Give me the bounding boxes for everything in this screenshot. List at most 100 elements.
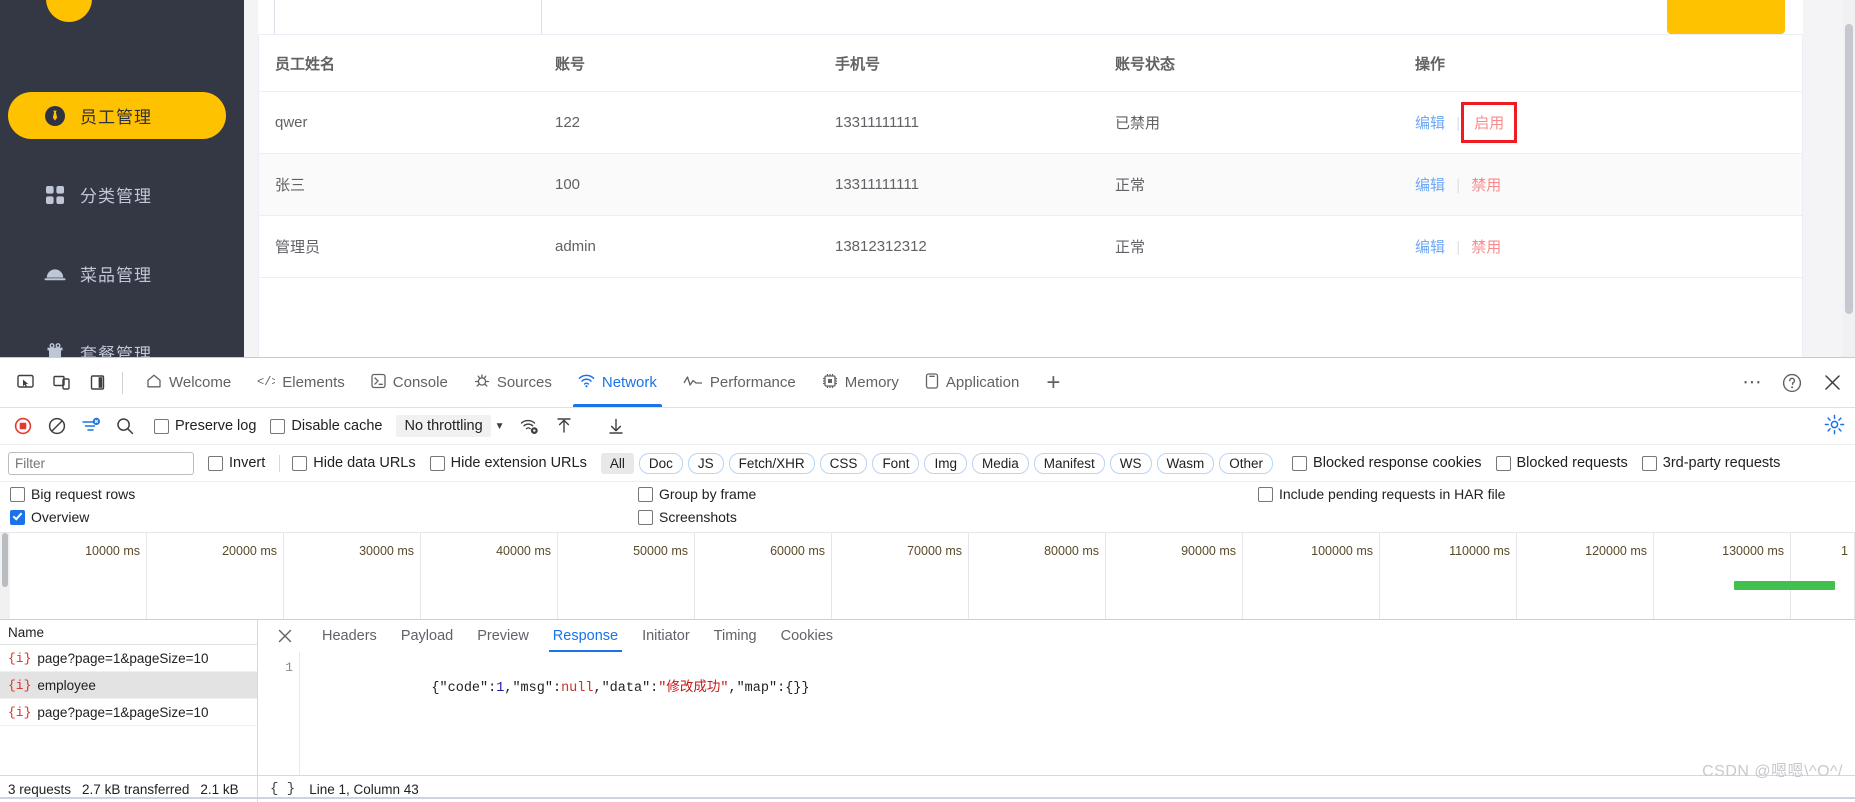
throttling-select[interactable]: No throttling (396, 415, 491, 437)
close-icon[interactable] (272, 623, 298, 649)
tab-initiator[interactable]: Initiator (630, 620, 702, 652)
sidebar-item-dish[interactable]: 菜品管理 (8, 250, 226, 297)
list-item[interactable]: {i} page?page=1&pageSize=10 (0, 645, 257, 672)
filter-type-css[interactable]: CSS (819, 452, 868, 474)
devtools-tabbar-right: ⋯ (1739, 358, 1845, 407)
edit-link[interactable]: 编辑 (1415, 239, 1445, 256)
hide-extension-urls-checkbox[interactable]: Hide extension URLs (429, 455, 587, 471)
third-party-requests-checkbox[interactable]: 3rd-party requests (1641, 455, 1780, 471)
filter-type-ws[interactable]: WS (1109, 452, 1152, 474)
add-tab-button[interactable]: + (1032, 370, 1074, 395)
edit-link[interactable]: 编辑 (1415, 115, 1445, 132)
filter-type-manifest[interactable]: Manifest (1033, 452, 1105, 474)
scrollbar-thumb[interactable] (1845, 24, 1853, 314)
filter-type-img[interactable]: Img (924, 452, 967, 474)
edit-link[interactable]: 编辑 (1415, 177, 1445, 194)
token-plain: ,"map":{}} (728, 681, 810, 696)
request-name: page?page=1&pageSize=10 (37, 704, 209, 720)
enable-link[interactable]: 启用 (1474, 115, 1504, 132)
network-overview-timeline[interactable]: 10000 ms 20000 ms 30000 ms 40000 ms 5000… (0, 533, 1855, 620)
big-request-rows-checkbox[interactable]: Big request rows (10, 486, 135, 502)
export-har-icon[interactable] (601, 413, 631, 439)
list-item[interactable]: {i} page?page=1&pageSize=10 (0, 699, 257, 726)
overview-tick-cell: 30000 ms (284, 533, 421, 619)
pretty-print-icon[interactable]: { } (270, 781, 295, 797)
help-icon[interactable] (1779, 370, 1805, 396)
cell-phone: 13311111111 (819, 91, 1099, 154)
filter-input[interactable] (8, 451, 194, 475)
filter-type-font[interactable]: Font (872, 452, 920, 474)
page-scrollbar[interactable] (1843, 0, 1855, 357)
filter-type-doc[interactable]: Doc (638, 452, 683, 474)
filter-icon[interactable] (76, 413, 106, 439)
response-code-line: {"code":1,"msg":null,"data":"修改成功","map"… (300, 652, 810, 776)
network-conditions-icon[interactable] (515, 413, 545, 439)
hide-data-urls-checkbox[interactable]: Hide data URLs (292, 455, 416, 471)
dock-side-icon[interactable] (82, 368, 112, 398)
tab-application[interactable]: Application (912, 358, 1032, 407)
filter-type-js[interactable]: JS (687, 452, 724, 474)
tab-welcome[interactable]: Welcome (133, 358, 244, 407)
tick-label: 1 (1841, 544, 1848, 558)
overview-tick-cell: 50000 ms (558, 533, 695, 619)
cell-operations: 编辑 | 禁用 (1399, 153, 1802, 216)
tab-headers[interactable]: Headers (310, 620, 389, 652)
list-item[interactable]: {i} employee (0, 672, 257, 699)
record-stop-icon[interactable] (8, 413, 38, 439)
add-employee-button[interactable] (1667, 0, 1785, 34)
overview-scrollbar[interactable] (0, 533, 10, 619)
tab-performance[interactable]: Performance (670, 358, 809, 407)
disable-link[interactable]: 禁用 (1471, 239, 1501, 256)
transferred-size: 2.7 kB transferred (82, 781, 190, 797)
sidebar-item-category[interactable]: 分类管理 (8, 171, 226, 218)
tab-response[interactable]: Response (541, 620, 630, 652)
tab-elements[interactable]: </> Elements (244, 358, 358, 407)
sidebar-item-employee[interactable]: 员工管理 (8, 92, 226, 139)
cell-account: admin (539, 215, 819, 278)
chevron-down-icon[interactable]: ▼ (495, 421, 505, 432)
group-by-frame-checkbox[interactable]: Group by frame (638, 486, 756, 502)
tab-network[interactable]: Network (565, 358, 670, 407)
close-devtools-icon[interactable] (1819, 370, 1845, 396)
invert-checkbox[interactable]: Invert (208, 455, 265, 471)
tab-timing[interactable]: Timing (702, 620, 769, 652)
tick-label: 30000 ms (359, 544, 414, 558)
detail-tab-bar: Headers Payload Preview Response Initiat… (258, 620, 1855, 653)
screenshots-checkbox[interactable]: Screenshots (638, 509, 737, 525)
inspect-element-icon[interactable] (10, 368, 40, 398)
tick-label: 80000 ms (1044, 544, 1099, 558)
device-toolbar-icon[interactable] (46, 368, 76, 398)
search-input[interactable] (274, 0, 542, 38)
filter-type-fetch-xhr[interactable]: Fetch/XHR (728, 452, 815, 474)
tab-sources[interactable]: Sources (461, 358, 565, 407)
filter-type-other[interactable]: Other (1219, 452, 1274, 474)
blocked-response-cookies-checkbox[interactable]: Blocked response cookies (1292, 455, 1482, 471)
filter-type-wasm[interactable]: Wasm (1156, 452, 1215, 474)
import-har-icon[interactable] (549, 413, 579, 439)
scrollbar-thumb[interactable] (2, 533, 8, 587)
disable-cache-checkbox[interactable]: Disable cache (270, 418, 382, 434)
tab-memory[interactable]: Memory (809, 358, 912, 407)
tab-payload[interactable]: Payload (389, 620, 465, 652)
blocked-requests-checkbox[interactable]: Blocked requests (1495, 455, 1628, 471)
tick-label: 10000 ms (85, 544, 140, 558)
tab-preview[interactable]: Preview (465, 620, 541, 652)
overview-checkbox[interactable]: Overview (10, 509, 89, 525)
filter-type-all[interactable]: All (600, 452, 634, 474)
gear-icon[interactable] (1824, 414, 1845, 440)
clear-icon[interactable] (42, 413, 72, 439)
preserve-log-checkbox[interactable]: Preserve log (154, 418, 256, 434)
more-options-icon[interactable]: ⋯ (1739, 370, 1765, 396)
overview-grid: 10000 ms 20000 ms 30000 ms 40000 ms 5000… (10, 533, 1855, 619)
include-pending-checkbox[interactable]: Include pending requests in HAR file (1258, 486, 1505, 502)
tab-console[interactable]: Console (358, 358, 461, 407)
search-icon[interactable] (110, 413, 140, 439)
filter-type-media[interactable]: Media (971, 452, 1029, 474)
sidebar-item-combo[interactable]: 套餐管理 (8, 329, 226, 357)
screenshots-label: Screenshots (659, 509, 737, 525)
tab-cookies[interactable]: Cookies (769, 620, 845, 652)
request-name: page?page=1&pageSize=10 (37, 650, 209, 666)
token-plain: ,"data": (593, 681, 659, 696)
response-body-viewer[interactable]: 1 {"code":1,"msg":null,"data":"修改成功","ma… (258, 652, 1855, 776)
disable-link[interactable]: 禁用 (1471, 177, 1501, 194)
